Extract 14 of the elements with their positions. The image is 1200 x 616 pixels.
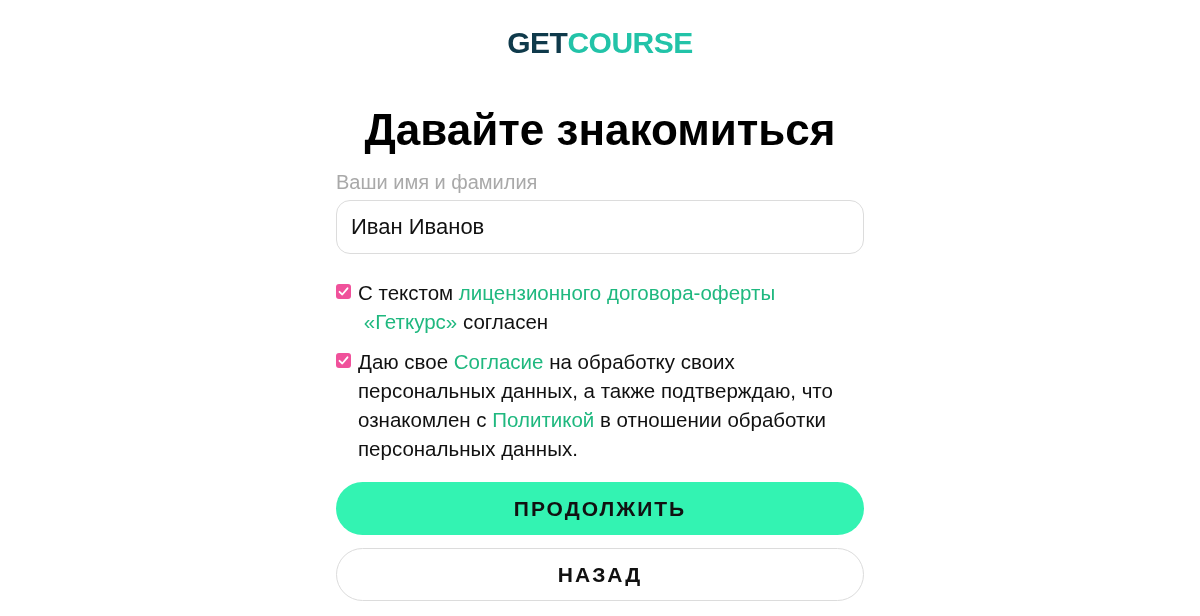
consent-text: С текстом лицензионного договора-оферты «Геткурс» согласен — [358, 280, 777, 335]
back-button[interactable]: НАЗАД — [336, 548, 864, 601]
link[interactable]: «Геткурс» — [363, 310, 458, 333]
link[interactable]: Согласие — [453, 350, 544, 373]
checkbox[interactable] — [336, 284, 351, 299]
continue-button[interactable]: ПРОДОЛЖИТЬ — [336, 482, 864, 535]
checkbox[interactable] — [336, 353, 351, 368]
consent-text: Даю свое Согласие на обработку своих персональных данных, а также подтверждаю, что ознакомлен с Политикой в отношении обработки персональных данных. — [358, 349, 834, 462]
page-title: Давайте знакомиться — [364, 104, 836, 156]
field-label: Ваши имя и фамилия — [336, 170, 538, 194]
logo: GETCOURSE — [507, 25, 693, 61]
name-input-field[interactable]: Иван Иванов — [336, 200, 864, 254]
link[interactable]: Политикой — [492, 408, 595, 431]
link[interactable]: лицензионного договора-оферты — [458, 281, 776, 304]
